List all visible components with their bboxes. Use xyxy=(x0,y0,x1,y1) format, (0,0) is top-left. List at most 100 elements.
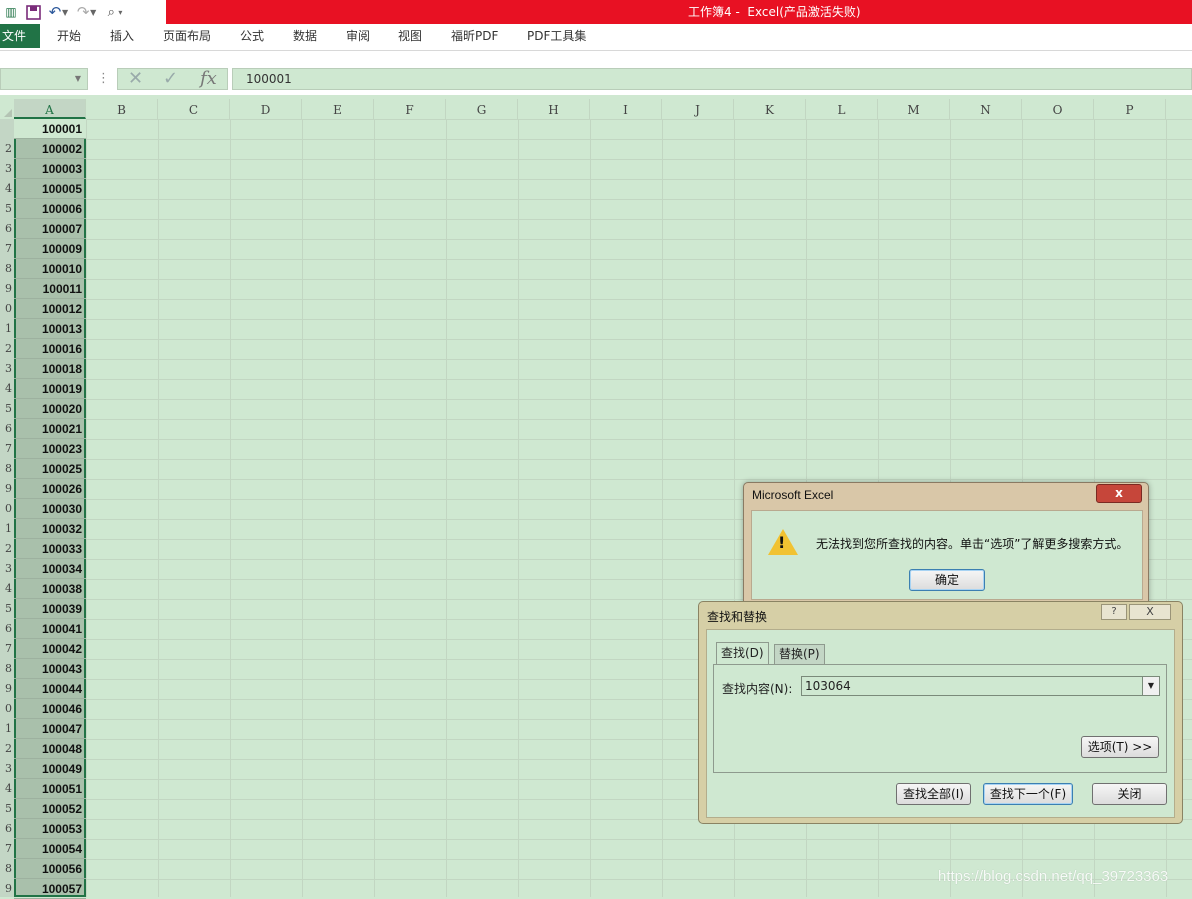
table-cell[interactable]: 100012 xyxy=(14,299,86,319)
row-header[interactable]: 3 xyxy=(0,759,14,779)
column-header-b[interactable]: B xyxy=(86,99,158,119)
column-header-j[interactable]: J xyxy=(662,99,734,119)
redo-dropdown-icon[interactable]: ▼ xyxy=(90,8,96,17)
formula-input[interactable]: 100001 xyxy=(232,68,1192,90)
table-cell[interactable]: 100003 xyxy=(14,159,86,179)
table-cell[interactable]: 100006 xyxy=(14,199,86,219)
row-header[interactable]: 7 xyxy=(0,239,14,259)
column-header-e[interactable]: E xyxy=(302,99,374,119)
table-cell[interactable]: 100051 xyxy=(14,779,86,799)
row-header[interactable]: 0 xyxy=(0,699,14,719)
row-header[interactable]: 2 xyxy=(0,339,14,359)
row-header[interactable]: 7 xyxy=(0,639,14,659)
table-cell[interactable]: 100044 xyxy=(14,679,86,699)
tab-data[interactable]: 数据 xyxy=(293,24,317,48)
tab-formulas[interactable]: 公式 xyxy=(240,24,264,48)
column-header-i[interactable]: I xyxy=(590,99,662,119)
row-header[interactable]: 8 xyxy=(0,259,14,279)
row-header[interactable]: 0 xyxy=(0,299,14,319)
active-cell[interactable]: 100001 xyxy=(14,119,86,139)
row-header[interactable] xyxy=(0,119,14,139)
column-header-k[interactable]: K xyxy=(734,99,806,119)
table-cell[interactable]: 100049 xyxy=(14,759,86,779)
column-header-g[interactable]: G xyxy=(446,99,518,119)
row-header[interactable]: 5 xyxy=(0,199,14,219)
table-cell[interactable]: 100010 xyxy=(14,259,86,279)
table-cell[interactable]: 100026 xyxy=(14,479,86,499)
row-header[interactable]: 4 xyxy=(0,579,14,599)
table-cell[interactable]: 100030 xyxy=(14,499,86,519)
row-header[interactable]: 2 xyxy=(0,539,14,559)
column-header-a[interactable]: A xyxy=(14,99,86,119)
column-header-f[interactable]: F xyxy=(374,99,446,119)
table-cell[interactable]: 100020 xyxy=(14,399,86,419)
table-cell[interactable]: 100046 xyxy=(14,699,86,719)
row-header[interactable]: 1 xyxy=(0,319,14,339)
find-history-dropdown-icon[interactable]: ▼ xyxy=(1142,677,1159,695)
tab-review[interactable]: 审阅 xyxy=(346,24,370,48)
customize-qat-icon[interactable]: ▾ xyxy=(118,8,122,17)
row-header[interactable]: 5 xyxy=(0,799,14,819)
table-cell[interactable]: 100011 xyxy=(14,279,86,299)
column-header-c[interactable]: C xyxy=(158,99,230,119)
table-cell[interactable]: 100025 xyxy=(14,459,86,479)
cancel-icon[interactable]: ✕ xyxy=(128,69,143,89)
tab-view[interactable]: 视图 xyxy=(398,24,422,48)
select-all-corner[interactable] xyxy=(0,99,14,119)
table-cell[interactable]: 100013 xyxy=(14,319,86,339)
row-header[interactable]: 1 xyxy=(0,719,14,739)
table-cell[interactable]: 100048 xyxy=(14,739,86,759)
row-header[interactable]: 8 xyxy=(0,459,14,479)
table-cell[interactable]: 100018 xyxy=(14,359,86,379)
ok-button[interactable]: 确定 xyxy=(909,569,985,591)
row-header[interactable]: 8 xyxy=(0,859,14,879)
options-button[interactable]: 选项(T) >> xyxy=(1081,736,1159,758)
column-header-n[interactable]: N xyxy=(950,99,1022,119)
tab-insert[interactable]: 插入 xyxy=(110,24,134,48)
table-cell[interactable]: 100043 xyxy=(14,659,86,679)
row-header[interactable]: 3 xyxy=(0,559,14,579)
row-header[interactable]: 3 xyxy=(0,359,14,379)
tab-find[interactable]: 查找(D) xyxy=(716,642,769,664)
tab-page-layout[interactable]: 页面布局 xyxy=(163,24,211,48)
tab-replace[interactable]: 替换(P) xyxy=(774,644,825,664)
column-header-l[interactable]: L xyxy=(806,99,878,119)
table-cell[interactable]: 100041 xyxy=(14,619,86,639)
row-header[interactable]: 4 xyxy=(0,379,14,399)
undo-dropdown-icon[interactable]: ▼ xyxy=(62,8,68,17)
find-next-button[interactable]: 查找下一个(F) xyxy=(983,783,1073,805)
row-header[interactable]: 0 xyxy=(0,499,14,519)
message-dialog-close-button[interactable]: x xyxy=(1096,484,1142,503)
table-cell[interactable]: 100047 xyxy=(14,719,86,739)
table-cell[interactable]: 100034 xyxy=(14,559,86,579)
tab-file[interactable]: 文件 xyxy=(0,24,40,48)
column-header-p[interactable]: P xyxy=(1094,99,1166,119)
table-cell[interactable]: 100002 xyxy=(14,139,86,159)
row-header[interactable]: 6 xyxy=(0,619,14,639)
tab-home[interactable]: 开始 xyxy=(57,24,81,48)
find-dialog-close-icon[interactable]: X xyxy=(1129,604,1171,620)
row-header[interactable]: 4 xyxy=(0,779,14,799)
row-header[interactable]: 2 xyxy=(0,739,14,759)
row-header[interactable]: 4 xyxy=(0,179,14,199)
row-header[interactable]: 7 xyxy=(0,839,14,859)
enter-icon[interactable]: ✓ xyxy=(163,69,178,89)
table-cell[interactable]: 100021 xyxy=(14,419,86,439)
row-header[interactable]: 9 xyxy=(0,879,14,897)
row-header[interactable]: 7 xyxy=(0,439,14,459)
column-header-m[interactable]: M xyxy=(878,99,950,119)
row-header[interactable]: 8 xyxy=(0,659,14,679)
table-cell[interactable]: 100053 xyxy=(14,819,86,839)
column-header-d[interactable]: D xyxy=(230,99,302,119)
table-cell[interactable]: 100039 xyxy=(14,599,86,619)
column-header-h[interactable]: H xyxy=(518,99,590,119)
tab-foxit-pdf[interactable]: 福昕PDF xyxy=(451,24,498,48)
row-header[interactable]: 3 xyxy=(0,159,14,179)
table-cell[interactable]: 100016 xyxy=(14,339,86,359)
column-header-o[interactable]: O xyxy=(1022,99,1094,119)
table-cell[interactable]: 100005 xyxy=(14,179,86,199)
row-header[interactable]: 6 xyxy=(0,419,14,439)
tab-pdf-tools[interactable]: PDF工具集 xyxy=(527,24,586,48)
formula-bar-grip-icon[interactable]: ⋮ xyxy=(97,71,110,86)
table-cell[interactable]: 100056 xyxy=(14,859,86,879)
